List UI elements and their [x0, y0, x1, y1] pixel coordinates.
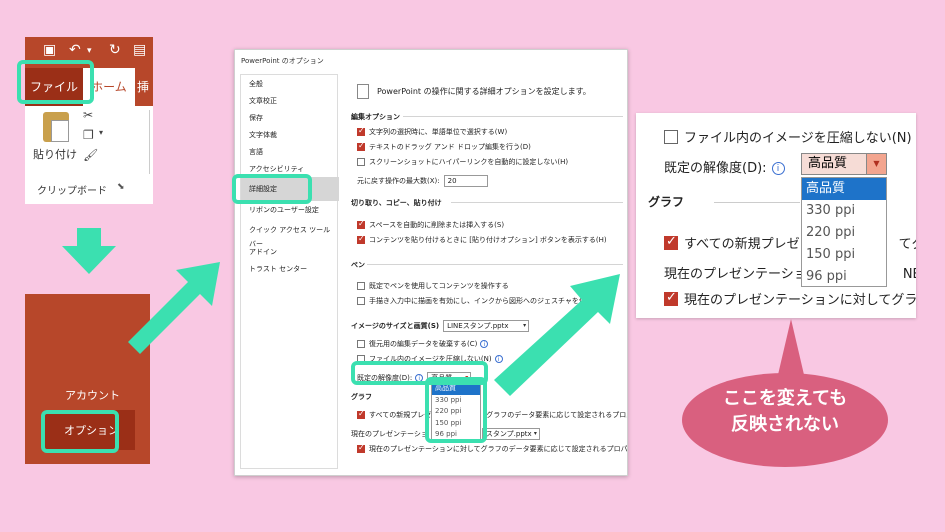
- zoom-compress-option[interactable]: ファイル内のイメージを圧縮しない(N)i: [664, 127, 916, 146]
- section-edit: 編集オプション: [351, 113, 400, 121]
- document-icon: [357, 84, 369, 99]
- down-arrow-icon: [62, 228, 116, 274]
- paste-icon[interactable]: [43, 112, 69, 142]
- save-icon[interactable]: ▣: [43, 42, 56, 58]
- chevron-down-icon: ▼: [866, 154, 886, 174]
- image-option-discard[interactable]: 復元用の編集データを破棄する(C) i: [357, 339, 489, 349]
- checkbox[interactable]: [357, 297, 365, 305]
- zoom-graph-option-current[interactable]: 現在のプレゼンテーションに対してグラフのデ: [664, 289, 916, 308]
- zoom-panel: ファイル内のイメージを圧縮しない(N)i 既定の解像度(D):i 高品質▼ グラ…: [636, 113, 916, 318]
- zoom-section-graph: グラフ: [648, 195, 685, 209]
- undo-max-input[interactable]: 20: [443, 175, 488, 187]
- callout-tail: [777, 319, 805, 379]
- chevron-down-icon[interactable]: ▾: [87, 46, 92, 56]
- resolution-option[interactable]: 高品質: [802, 178, 886, 200]
- zoom-resolution-list: 高品質 330 ppi 220 ppi 150 ppi 96 ppi: [801, 177, 887, 287]
- section-graph: グラフ: [351, 393, 372, 401]
- resolution-option[interactable]: 220 ppi: [802, 222, 886, 244]
- callout-text: ここを変えても 反映されない: [722, 388, 848, 435]
- highlight-dropdown: [425, 377, 487, 443]
- nav-customize-ribbon[interactable]: リボンのユーザー設定: [241, 203, 339, 217]
- ribbon-body: 貼り付け ✂ ❐ ▾ 🖌 クリップボード ⬊: [25, 106, 153, 204]
- zoom-resolution-select[interactable]: 高品質 ▼: [801, 153, 887, 175]
- nav-trust-center[interactable]: トラスト センター: [241, 262, 339, 276]
- divider: [149, 110, 150, 174]
- undo-max-row: 元に戻す操作の最大数(X): 20: [357, 175, 488, 187]
- section-clipboard: 切り取り、コピー、貼り付け: [351, 199, 442, 207]
- checkbox[interactable]: [357, 158, 365, 166]
- info-icon: i: [480, 340, 489, 348]
- edit-option-drag-drop[interactable]: テキストのドラッグ アンド ドロップ編集を行う(D): [357, 141, 531, 152]
- edit-option-word-select[interactable]: 文字列の選択時に、単語単位で選択する(W): [357, 126, 507, 137]
- divider: [367, 264, 623, 265]
- divider: [451, 202, 623, 203]
- info-icon: i: [771, 162, 785, 175]
- highlight-advanced: [232, 174, 312, 204]
- current-pres-select[interactable]: スタンプ.pptx ▾: [481, 428, 540, 440]
- checkbox[interactable]: [357, 443, 365, 453]
- resolution-option[interactable]: 96 ppi: [802, 266, 886, 288]
- nav-addins[interactable]: アドイン: [241, 245, 339, 259]
- clipboard-group-label: クリップボード: [37, 186, 107, 197]
- arrow-to-zoom-icon: [494, 274, 620, 396]
- redo-icon[interactable]: ↻: [109, 42, 121, 58]
- clip-option-paste-button[interactable]: コンテンツを貼り付けるときに [貼り付けオプション] ボタンを表示する(H): [357, 234, 607, 245]
- edit-option-hyperlink[interactable]: スクリーンショットにハイパーリンクを自動的に設定しない(H): [357, 157, 568, 167]
- checkbox[interactable]: [357, 219, 365, 229]
- checkbox[interactable]: [357, 141, 365, 151]
- clip-option-space[interactable]: スペースを自動的に削除または挿入する(S): [357, 219, 504, 230]
- checkbox[interactable]: [664, 290, 678, 306]
- paste-label[interactable]: 貼り付け: [33, 146, 77, 162]
- nav-language[interactable]: 言語: [241, 145, 339, 159]
- content-header: PowerPoint の操作に関する詳細オプションを設定します。: [377, 87, 591, 96]
- callout-bubble: ここを変えても 反映されない: [682, 319, 888, 467]
- arrow-to-dialog-icon: [128, 262, 220, 354]
- checkbox[interactable]: [664, 234, 678, 250]
- cut-icon[interactable]: ✂: [83, 108, 93, 122]
- checkbox[interactable]: [357, 409, 365, 419]
- divider: [714, 202, 800, 203]
- graph-option-current[interactable]: 現在のプレゼンテーションに対してグラフのデータ要素に応じて設定されるプロパティ(…: [357, 443, 627, 454]
- present-icon[interactable]: ▤: [133, 42, 146, 58]
- dialog-title: PowerPoint のオプション: [241, 57, 324, 65]
- nav-general[interactable]: 全般: [241, 77, 339, 91]
- section-pen: ペン: [351, 261, 365, 269]
- nav-typography[interactable]: 文字体裁: [241, 128, 339, 142]
- resolution-option[interactable]: 150 ppi: [802, 244, 886, 266]
- nav-proofing[interactable]: 文章校正: [241, 94, 339, 108]
- graph-option-new[interactable]: すべての新規プレゼングラフのデータ要素に応じて設定されるプロパティ(: [357, 409, 627, 420]
- options-nav: 全般 文章校正 保存 文字体裁 言語 アクセシビリティ 詳細設定 リボンのユーザ…: [240, 74, 339, 469]
- checkbox[interactable]: [357, 340, 365, 348]
- nav-quick-access[interactable]: クイック アクセス ツール バー: [241, 223, 339, 248]
- undo-icon[interactable]: ↶: [69, 42, 81, 58]
- resolution-option[interactable]: 330 ppi: [802, 200, 886, 222]
- checkbox[interactable]: [664, 130, 678, 144]
- tab-insert-partial[interactable]: 挿: [137, 68, 153, 106]
- copy-icon[interactable]: ❐: [83, 128, 94, 142]
- highlight-options: [41, 410, 119, 453]
- checkbox[interactable]: [357, 282, 365, 290]
- format-painter-icon[interactable]: 🖌: [83, 148, 98, 162]
- nav-save[interactable]: 保存: [241, 111, 339, 125]
- highlight-file-tab: [17, 60, 94, 104]
- checkbox[interactable]: [357, 126, 365, 136]
- checkbox[interactable]: [357, 234, 365, 244]
- dialog-launcher-icon[interactable]: ⬊: [117, 182, 125, 192]
- pen-option-default[interactable]: 既定でペンを使用してコンテンツを操作する: [357, 281, 509, 291]
- account-item[interactable]: アカウント: [65, 387, 120, 403]
- zoom-resolution-label: 既定の解像度(D): i: [664, 157, 785, 176]
- divider: [403, 116, 623, 117]
- chevron-down-icon[interactable]: ▾: [99, 128, 103, 137]
